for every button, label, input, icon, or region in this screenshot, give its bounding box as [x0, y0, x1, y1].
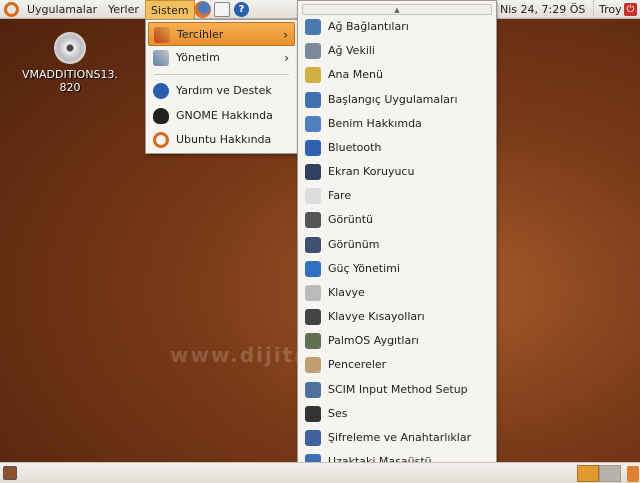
submenu-item[interactable]: PalmOS Aygıtları — [300, 329, 494, 353]
preference-app-icon — [305, 115, 321, 132]
submenu-item-label: Ses — [328, 406, 348, 420]
submenu-item-label: Ağ Bağlantıları — [328, 20, 409, 33]
submenu-item[interactable]: Ana Menü — [300, 63, 494, 87]
submenu-item[interactable]: Görünüm — [300, 233, 494, 257]
scroll-up-button[interactable]: ▲ — [302, 4, 492, 15]
submenu-item[interactable]: Güç Yönetimi — [300, 257, 494, 281]
submenu-item[interactable]: Klavye — [300, 281, 494, 305]
preference-app-icon — [305, 357, 321, 374]
preference-app-icon — [305, 212, 321, 229]
ubuntu-logo-icon[interactable] — [4, 2, 19, 17]
preference-app-icon — [305, 67, 321, 84]
preference-app-icon — [305, 91, 321, 108]
submenu-item-label: Görüntü — [328, 213, 374, 227]
menu-item-about-gnome[interactable]: GNOME Hakkında — [148, 104, 295, 128]
menu-item-label: GNOME Hakkında — [176, 109, 273, 122]
menu-item-about-ubuntu[interactable]: Ubuntu Hakkında — [148, 128, 295, 152]
submenu-item-label: Başlangıç Uygulamaları — [328, 92, 458, 106]
preference-app-icon — [305, 188, 321, 205]
show-desktop-icon[interactable] — [3, 466, 17, 480]
menu-item-label: Yönetim — [176, 51, 220, 64]
preference-app-icon — [305, 236, 321, 253]
system-menu: Tercihler › Yönetim › Yardım ve Destek GNO… — [145, 19, 298, 154]
menu-item-help[interactable]: Yardım ve Destek — [148, 79, 295, 103]
submenu-item[interactable]: Fare — [300, 184, 494, 208]
submenu-item-label: Klavye — [328, 285, 365, 299]
trash-icon[interactable] — [627, 466, 639, 482]
submenu-item-label: Şifreleme ve Anahtarlıklar — [328, 430, 472, 444]
submenu-item-label: Güç Yönetimi — [328, 261, 400, 275]
submenu-item[interactable]: Klavye Kısayolları — [300, 305, 494, 329]
menu-item-administration[interactable]: Yönetim › — [148, 46, 295, 70]
preference-app-icon — [305, 429, 321, 446]
help-icon[interactable]: ? — [234, 2, 249, 17]
preferences-icon — [154, 27, 170, 43]
preference-app-icon — [305, 43, 321, 60]
preferences-submenu: ▲ Ağ Bağlantıları Ağ Vekili Ana Menü Başlan… — [297, 0, 497, 483]
menu-item-label: Ubuntu Hakkında — [176, 133, 272, 146]
preference-app-icon — [305, 333, 321, 350]
help-icon — [153, 83, 169, 99]
preference-app-icon — [305, 309, 321, 326]
gnome-foot-icon — [153, 108, 169, 124]
menu-item-label: Yardım ve Destek — [176, 84, 272, 97]
menu-item-label: Tercihler — [177, 28, 224, 41]
preference-app-icon — [305, 139, 321, 156]
submenu-item-label: SCIM Input Method Setup — [328, 382, 468, 396]
submenu-item-label: Fare — [328, 189, 352, 203]
desktop-icon-label: VMADDITIONS13. 820 — [21, 68, 119, 94]
submenu-item-label: Ana Menü — [328, 68, 383, 82]
submenu-item[interactable]: Benim Hakkımda — [300, 112, 494, 136]
mail-icon[interactable] — [214, 2, 230, 17]
firefox-icon[interactable] — [194, 1, 211, 18]
submenu-item[interactable]: Başlangıç Uygulamaları — [300, 88, 494, 112]
menu-places[interactable]: Yerler — [103, 0, 144, 19]
menu-system[interactable]: Sistem — [145, 0, 195, 19]
watermark: www.dijita — [170, 343, 310, 367]
preference-app-icon — [305, 260, 321, 277]
preference-app-icon — [305, 19, 321, 35]
chevron-right-icon: › — [284, 51, 289, 65]
submenu-item-label: Pencereler — [328, 358, 387, 372]
submenu-item[interactable]: SCIM Input Method Setup — [300, 378, 494, 402]
submenu-item[interactable]: Bluetooth — [300, 136, 494, 160]
workspace-1[interactable] — [577, 465, 599, 482]
desktop-icon-vmadditions[interactable]: VMADDITIONS13. 820 — [18, 32, 122, 94]
preference-app-icon — [305, 284, 321, 301]
submenu-item-label: PalmOS Aygıtları — [328, 334, 419, 348]
preference-app-icon — [305, 381, 321, 398]
submenu-item-label: Bluetooth — [328, 140, 382, 154]
submenu-item[interactable]: Şifreleme ve Anahtarlıklar — [300, 426, 494, 450]
submenu-item[interactable]: Ses — [300, 402, 494, 426]
menu-applications[interactable]: Uygulamalar — [22, 0, 102, 19]
submenu-item[interactable]: Ağ Bağlantıları — [300, 15, 494, 39]
submenu-item-label: Klavye Kısayolları — [328, 310, 425, 324]
power-icon[interactable]: ⏻ — [624, 3, 637, 16]
submenu-item[interactable]: Görüntü — [300, 208, 494, 232]
submenu-item-label: Görünüm — [328, 237, 380, 251]
ubuntu-logo-icon — [153, 132, 169, 148]
preference-app-icon — [305, 405, 321, 422]
bottom-panel — [0, 462, 640, 483]
submenu-item[interactable]: Ağ Vekili — [300, 39, 494, 63]
submenu-item-label: Ağ Vekili — [328, 44, 375, 58]
preference-app-icon — [305, 164, 321, 181]
submenu-item-label: Ekran Koruyucu — [328, 165, 415, 179]
separator — [154, 74, 289, 75]
submenu-item-label: Benim Hakkımda — [328, 116, 422, 130]
user-name[interactable]: Troy — [593, 0, 627, 19]
workspace-2[interactable] — [599, 465, 621, 482]
chevron-right-icon: › — [283, 28, 288, 42]
clock[interactable]: Nis 24, 7:29 ÖS — [495, 0, 590, 19]
submenu-item[interactable]: Pencereler — [300, 353, 494, 377]
cd-icon — [54, 32, 86, 64]
menu-item-preferences[interactable]: Tercihler › — [148, 22, 295, 46]
submenu-item[interactable]: Ekran Koruyucu — [300, 160, 494, 184]
administration-icon — [153, 50, 169, 66]
